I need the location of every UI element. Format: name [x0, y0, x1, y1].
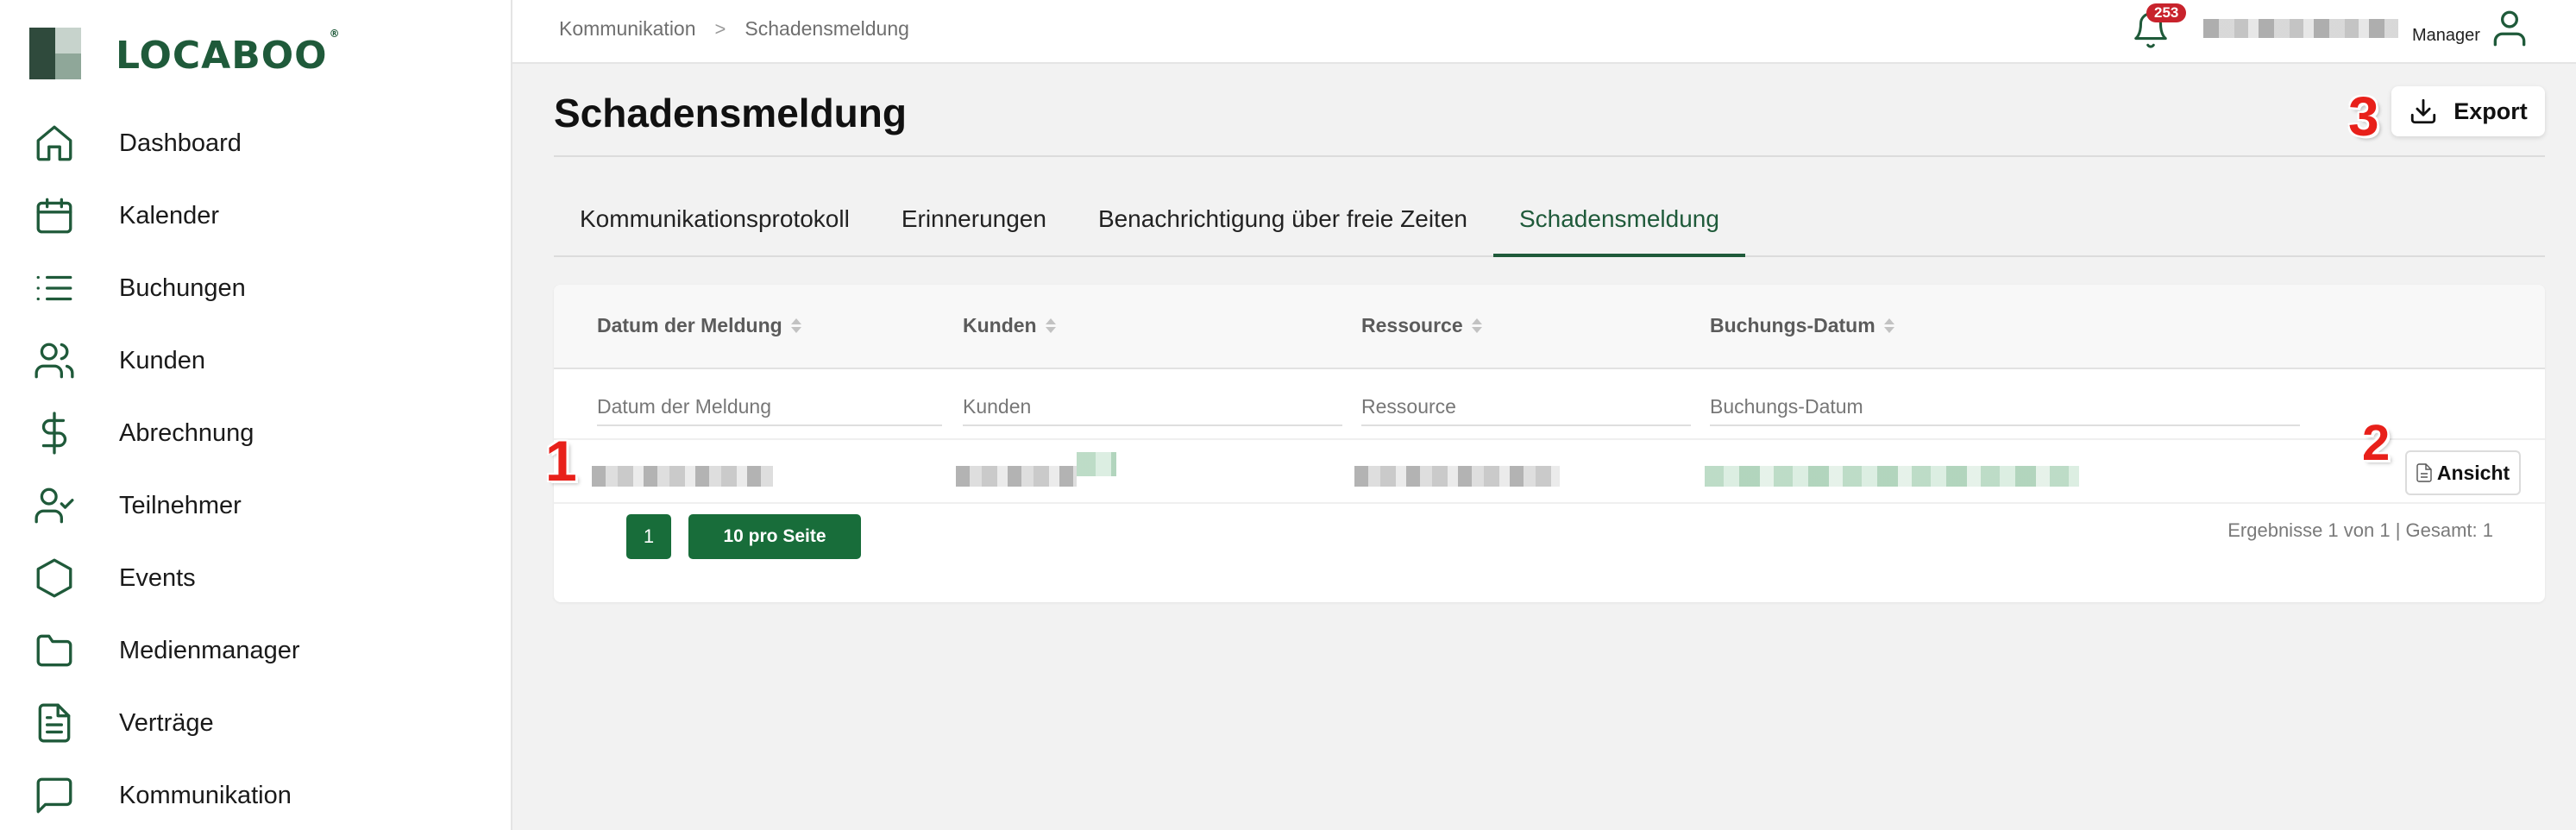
tab-erinnerungen[interactable]: Erinnerungen [876, 190, 1072, 257]
column-header-label: Kunden [963, 314, 1037, 336]
users-icon [35, 343, 74, 379]
report-table-card: Datum der Meldung Kunden Ressource Buchu… [554, 285, 2545, 602]
column-header-ressource[interactable]: Ressource [1361, 314, 1482, 337]
sidebar-item-label: Kommunikation [119, 781, 292, 809]
home-icon [36, 125, 72, 161]
column-header-label: Ressource [1361, 314, 1463, 336]
column-header-label: Buchungs-Datum [1710, 314, 1875, 336]
cell-kunden-redacted [956, 466, 1077, 487]
sidebar-item-label: Dashboard [119, 129, 242, 157]
breadcrumb-item-current: Schadensmeldung [745, 17, 909, 40]
sidebar-item-dashboard[interactable]: Dashboard [0, 107, 511, 179]
sort-icon [1471, 318, 1482, 333]
user-check-icon [35, 487, 74, 524]
tab-benachrichtigung[interactable]: Benachrichtigung über freie Zeiten [1072, 190, 1493, 257]
cell-buchungs-datum-redacted [1705, 466, 2079, 487]
sidebar-item-label: Teilnehmer [119, 491, 242, 519]
sidebar-item-kunden[interactable]: Kunden [0, 324, 511, 397]
filter-buchungs-datum-input[interactable] [1710, 388, 2300, 426]
column-header-buchungs-datum[interactable]: Buchungs-Datum [1710, 314, 1894, 337]
folder-icon [36, 634, 72, 667]
sort-icon [1883, 318, 1894, 333]
tab-bar: Kommunikationsprotokoll Erinnerungen Ben… [554, 190, 2545, 257]
sidebar-item-label: Events [119, 563, 196, 592]
view-button[interactable]: Ansicht [2405, 450, 2521, 495]
annotation-marker-3: 3 [2348, 85, 2379, 148]
hexagon-icon [36, 558, 72, 598]
export-button[interactable]: Export [2391, 86, 2545, 136]
sidebar-nav: Dashboard Kalender Buchungen Kunden Abre… [0, 107, 511, 830]
logo-mark [29, 28, 81, 79]
tab-schadensmeldung[interactable]: Schadensmeldung [1492, 190, 1745, 257]
sidebar-item-label: Medienmanager [119, 636, 300, 664]
pagination-page-1[interactable]: 1 [626, 514, 671, 559]
sidebar-item-label: Abrechnung [119, 418, 254, 447]
user-icon[interactable] [2488, 7, 2531, 50]
cell-kunden-redacted-extra [1077, 452, 1116, 476]
tab-kommunikationsprotokoll[interactable]: Kommunikationsprotokoll [554, 190, 876, 257]
column-header-kunden[interactable]: Kunden [963, 314, 1056, 337]
logo[interactable]: LOCABOO ® [29, 28, 341, 79]
column-header-datum[interactable]: Datum der Meldung [597, 314, 801, 337]
annotation-marker-1: 1 [545, 429, 577, 493]
filter-kunden-input[interactable] [963, 388, 1342, 426]
calendar-icon [36, 198, 72, 234]
table-row[interactable] [554, 438, 2545, 504]
cell-datum-redacted [592, 466, 773, 487]
sidebar-item-events[interactable]: Events [0, 542, 511, 614]
sidebar-item-kalender[interactable]: Kalender [0, 179, 511, 252]
list-icon [36, 275, 72, 301]
topbar: Kommunikation > Schadensmeldung 253 Mana… [512, 0, 2576, 64]
results-summary: Ergebnisse 1 von 1 | Gesamt: 1 [2227, 519, 2493, 541]
sort-icon [790, 318, 801, 333]
sidebar-item-vertraege[interactable]: Verträge [0, 687, 511, 759]
sidebar-item-abrechnung[interactable]: Abrechnung [0, 397, 511, 469]
breadcrumb: Kommunikation > Schadensmeldung [559, 17, 909, 41]
user-role: Manager [2412, 26, 2480, 45]
sidebar-item-label: Kalender [119, 201, 220, 230]
sidebar-item-kommunikation[interactable]: Kommunikation [0, 759, 511, 830]
page-title: Schadensmeldung [554, 91, 907, 135]
filter-datum-input[interactable] [597, 388, 942, 426]
filter-ressource-input[interactable] [1361, 388, 1691, 426]
chat-icon [36, 777, 72, 814]
sidebar-item-buchungen[interactable]: Buchungen [0, 252, 511, 324]
document-icon [2416, 463, 2432, 482]
breadcrumb-separator: > [714, 17, 726, 40]
sidebar: LOCABOO ® Dashboard Kalender Buchungen Ku… [0, 0, 512, 830]
cell-ressource-redacted [1354, 466, 1560, 487]
user-name-redacted [2203, 19, 2398, 38]
export-button-label: Export [2453, 97, 2528, 124]
logo-text: LOCABOO ® [116, 27, 341, 78]
column-header-label: Datum der Meldung [597, 314, 782, 336]
sidebar-item-label: Verträge [119, 708, 214, 737]
sort-icon [1045, 318, 1056, 333]
sidebar-item-medienmanager[interactable]: Medienmanager [0, 614, 511, 687]
dollar-icon [41, 412, 67, 455]
sidebar-item-label: Kunden [119, 346, 205, 374]
notification-badge: 253 [2146, 3, 2187, 22]
view-button-label: Ansicht [2436, 461, 2510, 484]
annotation-marker-2: 2 [2362, 415, 2391, 471]
sidebar-item-label: Buchungen [119, 274, 246, 302]
per-page-selector[interactable]: 10 pro Seite [688, 514, 861, 559]
breadcrumb-item-kommunikation[interactable]: Kommunikation [559, 17, 696, 41]
title-divider [554, 155, 2545, 157]
document-icon [38, 703, 71, 743]
sidebar-item-teilnehmer[interactable]: Teilnehmer [0, 469, 511, 542]
table-header: Datum der Meldung Kunden Ressource Buchu… [554, 285, 2545, 369]
download-icon [2411, 98, 2436, 124]
